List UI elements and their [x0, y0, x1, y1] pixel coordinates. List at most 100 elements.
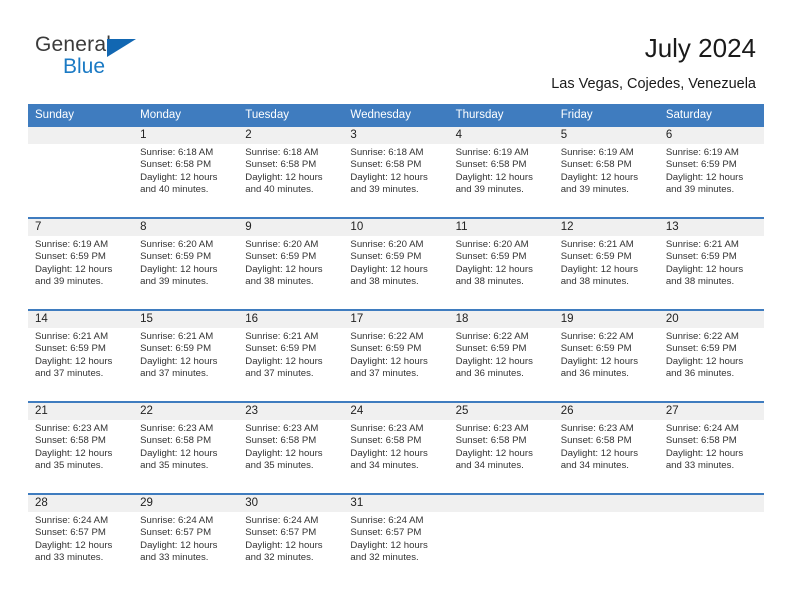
- calendar-day-cell[interactable]: 10 Sunrise: 6:20 AM Sunset: 6:59 PM Dayligh…: [343, 217, 449, 310]
- general-blue-logo[interactable]: General Blue: [35, 33, 255, 83]
- daylight-text-line1: Daylight: 12 hours: [140, 539, 218, 551]
- day-number: 27: [658, 403, 764, 420]
- calendar-day-cell[interactable]: 20 Sunrise: 6:22 AM Sunset: 6:59 PM Dayligh…: [658, 309, 764, 402]
- day-cell-inner: 3 Sunrise: 6:18 AM Sunset: 6:58 PM Daylight…: [343, 127, 449, 217]
- day-cell-inner: 18 Sunrise: 6:22 AM Sunset: 6:59 PM Dayligh…: [448, 311, 554, 401]
- logo-triangle-icon: [107, 39, 136, 57]
- calendar-day-cell[interactable]: 2 Sunrise: 6:18 AM Sunset: 6:58 PM Daylight…: [238, 127, 344, 218]
- calendar-day-cell[interactable]: 13 Sunrise: 6:21 AM Sunset: 6:59 PM Dayligh…: [658, 217, 764, 310]
- calendar-day-cell-empty: [28, 127, 134, 218]
- calendar-day-cell[interactable]: 24 Sunrise: 6:23 AM Sunset: 6:58 PM Dayligh…: [343, 401, 449, 494]
- calendar-day-cell[interactable]: 18 Sunrise: 6:22 AM Sunset: 6:59 PM Dayligh…: [448, 309, 554, 402]
- daylight-text-line1: Daylight: 12 hours: [140, 171, 218, 183]
- day-details: Sunrise: 6:20 AM Sunset: 6:59 PM Daylight:…: [343, 236, 448, 288]
- weekday-header-sunday: Sunday: [28, 104, 134, 127]
- sunset-text: Sunset: 6:57 PM: [245, 527, 317, 539]
- daylight-text-line2: and 35 minutes.: [35, 459, 104, 471]
- calendar-day-cell[interactable]: 26 Sunrise: 6:23 AM Sunset: 6:58 PM Dayligh…: [553, 401, 659, 494]
- sunset-text: Sunset: 6:57 PM: [140, 527, 212, 539]
- day-details: Sunrise: 6:21 AM Sunset: 6:59 PM Daylight:…: [28, 328, 133, 380]
- daylight-text-line2: and 34 minutes.: [455, 459, 524, 471]
- day-details: Sunrise: 6:23 AM Sunset: 6:58 PM Daylight:…: [554, 420, 659, 472]
- calendar-day-cell[interactable]: 9 Sunrise: 6:20 AM Sunset: 6:59 PM Daylight…: [238, 217, 344, 310]
- calendar-day-cell[interactable]: 14 Sunrise: 6:21 AM Sunset: 6:59 PM Dayligh…: [28, 309, 134, 402]
- daylight-text-line2: and 33 minutes.: [35, 551, 104, 563]
- daylight-text-line1: Daylight: 12 hours: [455, 355, 533, 367]
- daylight-text-line2: and 39 minutes.: [140, 275, 209, 287]
- calendar-day-cell[interactable]: 3 Sunrise: 6:18 AM Sunset: 6:58 PM Daylight…: [343, 127, 449, 218]
- sunrise-text: Sunrise: 6:23 AM: [350, 423, 424, 434]
- day-cell-inner: 10 Sunrise: 6:20 AM Sunset: 6:59 PM Dayligh…: [343, 219, 449, 309]
- page-subtitle-location: Las Vegas, Cojedes, Venezuela: [551, 76, 756, 92]
- day-cell-inner: 7 Sunrise: 6:19 AM Sunset: 6:59 PM Daylight…: [28, 219, 134, 309]
- calendar-day-cell[interactable]: 1 Sunrise: 6:18 AM Sunset: 6:58 PM Daylight…: [133, 127, 239, 218]
- calendar-day-cell[interactable]: 11 Sunrise: 6:20 AM Sunset: 6:59 PM Dayligh…: [448, 217, 554, 310]
- calendar-day-cell[interactable]: 15 Sunrise: 6:21 AM Sunset: 6:59 PM Dayligh…: [133, 309, 239, 402]
- sunrise-text: Sunrise: 6:23 AM: [35, 423, 109, 434]
- sunset-text: Sunset: 6:59 PM: [665, 159, 737, 171]
- day-number: 17: [343, 311, 449, 328]
- day-cell-inner: 13 Sunrise: 6:21 AM Sunset: 6:59 PM Dayligh…: [658, 219, 764, 309]
- day-cell-inner: 2 Sunrise: 6:18 AM Sunset: 6:58 PM Daylight…: [238, 127, 344, 217]
- calendar-day-cell[interactable]: 4 Sunrise: 6:19 AM Sunset: 6:58 PM Daylight…: [448, 127, 554, 218]
- calendar-day-cell[interactable]: 22 Sunrise: 6:23 AM Sunset: 6:58 PM Dayligh…: [133, 401, 239, 494]
- sunset-text: Sunset: 6:58 PM: [455, 159, 527, 171]
- daylight-text-line2: and 34 minutes.: [350, 459, 419, 471]
- calendar-day-cell[interactable]: 7 Sunrise: 6:19 AM Sunset: 6:59 PM Daylight…: [28, 217, 134, 310]
- daylight-text-line2: and 37 minutes.: [245, 367, 314, 379]
- day-details: Sunrise: 6:23 AM Sunset: 6:58 PM Daylight:…: [343, 420, 448, 472]
- daylight-text-line1: Daylight: 12 hours: [350, 539, 428, 551]
- day-number: 2: [238, 127, 344, 144]
- calendar-day-cell[interactable]: 30 Sunrise: 6:24 AM Sunset: 6:57 PM Dayligh…: [238, 493, 344, 585]
- sunrise-text: Sunrise: 6:23 AM: [560, 423, 634, 434]
- calendar-day-cell[interactable]: 12 Sunrise: 6:21 AM Sunset: 6:59 PM Dayligh…: [553, 217, 659, 310]
- day-number: 10: [343, 219, 449, 236]
- calendar-day-cell-empty: [448, 493, 554, 585]
- day-details: Sunrise: 6:21 AM Sunset: 6:59 PM Daylight:…: [133, 328, 238, 380]
- calendar-day-cell[interactable]: 27 Sunrise: 6:24 AM Sunset: 6:58 PM Dayligh…: [658, 401, 764, 494]
- sunset-text: Sunset: 6:57 PM: [35, 527, 106, 539]
- sunrise-text: Sunrise: 6:19 AM: [560, 147, 634, 158]
- calendar-table: Sunday Monday Tuesday Wednesday Thursday…: [28, 104, 764, 585]
- calendar-day-cell[interactable]: 28 Sunrise: 6:24 AM Sunset: 6:57 PM Dayligh…: [28, 493, 134, 585]
- day-number: [553, 495, 659, 512]
- day-cell-inner: 15 Sunrise: 6:21 AM Sunset: 6:59 PM Dayligh…: [133, 311, 239, 401]
- day-details: Sunrise: 6:24 AM Sunset: 6:57 PM Daylight:…: [133, 512, 238, 564]
- calendar-day-cell[interactable]: 31 Sunrise: 6:24 AM Sunset: 6:57 PM Dayligh…: [343, 493, 449, 585]
- sunrise-text: Sunrise: 6:23 AM: [245, 423, 319, 434]
- day-number: 23: [238, 403, 344, 420]
- calendar-day-cell[interactable]: 19 Sunrise: 6:22 AM Sunset: 6:59 PM Dayligh…: [553, 309, 659, 402]
- calendar-day-cell[interactable]: 17 Sunrise: 6:22 AM Sunset: 6:59 PM Dayligh…: [343, 309, 449, 402]
- sunrise-text: Sunrise: 6:21 AM: [35, 331, 109, 342]
- day-cell-inner: 5 Sunrise: 6:19 AM Sunset: 6:58 PM Daylight…: [553, 127, 659, 217]
- calendar-day-cell[interactable]: 21 Sunrise: 6:23 AM Sunset: 6:58 PM Dayligh…: [28, 401, 134, 494]
- day-details: Sunrise: 6:21 AM Sunset: 6:59 PM Daylight:…: [659, 236, 764, 288]
- sunrise-text: Sunrise: 6:24 AM: [665, 423, 739, 434]
- daylight-text-line1: Daylight: 12 hours: [560, 355, 639, 367]
- calendar-day-cell[interactable]: 25 Sunrise: 6:23 AM Sunset: 6:58 PM Dayligh…: [448, 401, 554, 494]
- calendar-day-cell[interactable]: 6 Sunrise: 6:19 AM Sunset: 6:59 PM Daylight…: [658, 127, 764, 218]
- day-number: 9: [238, 219, 344, 236]
- calendar-day-cell[interactable]: 23 Sunrise: 6:23 AM Sunset: 6:58 PM Dayligh…: [238, 401, 344, 494]
- calendar-day-cell[interactable]: 5 Sunrise: 6:19 AM Sunset: 6:58 PM Daylight…: [553, 127, 659, 218]
- sunrise-text: Sunrise: 6:21 AM: [665, 239, 739, 250]
- sunset-text: Sunset: 6:59 PM: [455, 343, 527, 355]
- daylight-text-line1: Daylight: 12 hours: [455, 171, 533, 183]
- sunrise-text: Sunrise: 6:21 AM: [560, 239, 634, 250]
- sunset-text: Sunset: 6:58 PM: [35, 435, 106, 447]
- day-details: Sunrise: 6:19 AM Sunset: 6:58 PM Daylight:…: [449, 144, 554, 196]
- day-cell-inner: 24 Sunrise: 6:23 AM Sunset: 6:58 PM Dayligh…: [343, 403, 449, 493]
- daylight-text-line1: Daylight: 12 hours: [35, 355, 113, 367]
- day-cell-inner: 25 Sunrise: 6:23 AM Sunset: 6:58 PM Dayligh…: [448, 403, 554, 493]
- day-details: Sunrise: 6:24 AM Sunset: 6:57 PM Daylight:…: [238, 512, 343, 564]
- calendar-day-cell[interactable]: 16 Sunrise: 6:21 AM Sunset: 6:59 PM Dayligh…: [238, 309, 344, 402]
- calendar-day-cell[interactable]: 29 Sunrise: 6:24 AM Sunset: 6:57 PM Dayligh…: [133, 493, 239, 585]
- sunset-text: Sunset: 6:59 PM: [560, 343, 632, 355]
- calendar-day-cell[interactable]: 8 Sunrise: 6:20 AM Sunset: 6:59 PM Daylight…: [133, 217, 239, 310]
- daylight-text-line2: and 35 minutes.: [245, 459, 314, 471]
- sunrise-text: Sunrise: 6:18 AM: [350, 147, 424, 158]
- daylight-text-line1: Daylight: 12 hours: [665, 447, 744, 459]
- sunrise-text: Sunrise: 6:23 AM: [455, 423, 529, 434]
- sunset-text: Sunset: 6:59 PM: [350, 251, 422, 263]
- daylight-text-line2: and 36 minutes.: [455, 367, 524, 379]
